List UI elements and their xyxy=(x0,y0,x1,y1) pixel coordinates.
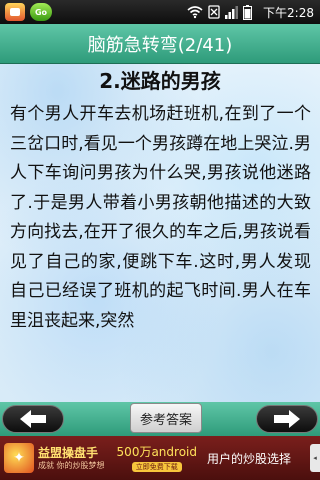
previous-button[interactable] xyxy=(2,405,64,433)
ad-brand-slogan: 成就 你的炒股梦想 xyxy=(38,460,105,470)
answer-button[interactable]: 参考答案 xyxy=(130,403,202,433)
ad-mid-text: 500万android xyxy=(116,444,197,459)
wifi-icon xyxy=(187,5,203,19)
signal-icon xyxy=(225,5,239,19)
app-notification-icon xyxy=(5,3,25,21)
title-bar: 脑筋急转弯(2/41) xyxy=(0,24,320,64)
status-time: 下午2:28 xyxy=(263,5,314,20)
ad-right-text: 用户的炒股选择 xyxy=(207,451,292,466)
ad-side-tab[interactable]: ◂ xyxy=(310,444,320,472)
riddle-heading: 2.迷路的男孩 xyxy=(99,69,221,93)
arrow-right-icon xyxy=(274,410,300,428)
riddle-content[interactable]: 2.迷路的男孩 有个男人开车去机场赶班机,在到了一个三岔口时,看见一个男孩蹲在地… xyxy=(0,64,320,402)
next-button[interactable] xyxy=(256,405,318,433)
green-app-icon: Go xyxy=(30,3,52,21)
ad-banner[interactable]: ✦ 益盟操盘手 成就 你的炒股梦想 500万android 立即免费下载 用户的… xyxy=(0,436,320,480)
arrow-left-icon xyxy=(20,410,46,428)
page-title: 脑筋急转弯(2/41) xyxy=(87,34,233,56)
bottom-bar: 参考答案 xyxy=(0,402,320,436)
no-sim-icon xyxy=(207,5,221,19)
ad-brand-name: 益盟操盘手 xyxy=(38,445,99,460)
status-bar: Go 下午2:28 xyxy=(0,0,320,24)
battery-icon xyxy=(243,5,257,20)
ad-logo-icon: ✦ xyxy=(4,443,34,473)
ad-download-button[interactable]: 立即免费下载 xyxy=(131,461,182,472)
riddle-body: 有个男人开车去机场赶班机,在到了一个三岔口时,看见一个男孩蹲在地上哭泣.男人下车… xyxy=(10,104,311,331)
